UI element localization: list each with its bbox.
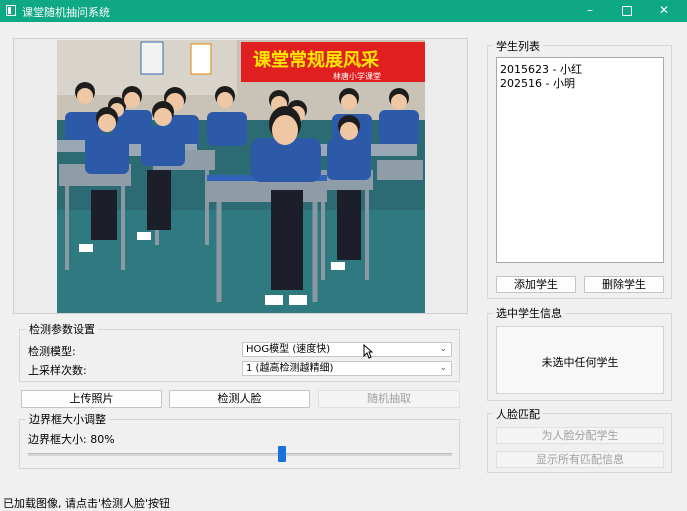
student-list[interactable]: 2015623 - 小红 202516 - 小明 [496,57,664,263]
app-icon [6,5,16,16]
banner-text: 课堂常规展风采 [253,49,380,71]
random-pick-button[interactable]: 随机抽取 [318,390,460,408]
upsample-select[interactable]: 1 (越高检测越精细) ⌄ [242,361,452,376]
bbox-size-label: 边界框大小: 80% [28,433,115,446]
classroom-photo-graphic: 课堂常规展风采 林唐小学课堂 [57,40,425,313]
bbox-size-slider-track[interactable] [28,453,452,456]
student-list-title: 学生列表 [493,38,543,54]
status-text: 已加载图像, 请点击'检测人脸'按钮 [3,497,171,510]
maximize-button[interactable] [609,0,645,22]
upsample-select-value: 1 (越高检测越精细) [246,363,334,374]
model-label: 检测模型: [28,345,76,358]
classroom-photo: 课堂常规展风采 林唐小学课堂 [57,40,425,313]
chevron-down-icon: ⌄ [439,344,447,354]
selected-student-info: 未选中任何学生 [496,326,664,394]
bbox-adjust-title: 边界框大小调整 [26,411,109,427]
face-match-title: 人脸匹配 [493,406,543,422]
upsample-label: 上采样次数: [28,364,87,377]
selected-student-text: 未选中任何学生 [541,356,619,369]
maximize-icon [622,5,632,16]
window-title: 课堂随机抽问系统 [22,6,110,19]
title-bar: 课堂随机抽问系统 – ✕ [0,0,687,22]
model-select[interactable]: HOG模型 (速度快) ⌄ [242,342,452,357]
upload-photo-button[interactable]: 上传照片 [21,390,162,408]
status-bar: 已加载图像, 请点击'检测人脸'按钮 [0,495,687,511]
list-item[interactable]: 202516 - 小明 [500,75,575,91]
minimize-icon: – [587,3,593,17]
banner-subtext: 林唐小学课堂 [333,71,381,81]
mouse-cursor-icon [363,344,373,359]
selected-student-title: 选中学生信息 [493,305,565,321]
close-button[interactable]: ✕ [646,0,682,22]
detect-params-title: 检测参数设置 [26,321,98,337]
show-all-matches-button[interactable]: 显示所有匹配信息 [496,451,664,468]
bbox-size-slider-handle[interactable] [278,446,286,462]
close-icon: ✕ [658,3,670,17]
detect-faces-button[interactable]: 检测人脸 [169,390,310,408]
chevron-down-icon: ⌄ [439,363,447,373]
delete-student-button[interactable]: 删除学生 [584,276,664,293]
model-select-value: HOG模型 (速度快) [246,344,331,355]
assign-student-button[interactable]: 为人脸分配学生 [496,427,664,444]
minimize-button[interactable]: – [572,0,608,22]
add-student-button[interactable]: 添加学生 [496,276,576,293]
